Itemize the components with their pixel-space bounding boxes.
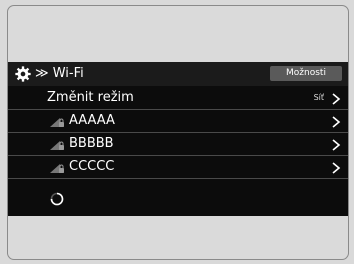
wifi-screen: ≫ Wi-Fi Možnosti Změnit režim Síť AAAAA (8, 62, 348, 216)
wifi-locked-icon (50, 164, 64, 173)
wifi-locked-icon (50, 141, 64, 150)
wifi-locked-icon (50, 118, 64, 127)
options-button[interactable]: Možnosti (270, 66, 342, 81)
change-mode-row[interactable]: Změnit režim Síť (8, 87, 348, 110)
loading-spinner-icon (50, 192, 64, 206)
network-row-ccccc[interactable]: CCCCC (8, 156, 348, 179)
chevron-right-icon (332, 139, 341, 151)
network-row-aaaaa[interactable]: AAAAA (8, 110, 348, 133)
gear-icon (15, 66, 31, 82)
header-title: ≫ Wi-Fi (35, 66, 84, 81)
chevron-right-icon (332, 93, 341, 105)
network-name: CCCCC (69, 159, 115, 174)
change-mode-value: Síť (313, 93, 324, 102)
network-name: BBBBB (69, 136, 114, 151)
network-name: AAAAA (69, 113, 115, 128)
chevron-right-icon (332, 162, 341, 174)
display-frame: ≫ Wi-Fi Možnosti Změnit režim Síť AAAAA (7, 5, 349, 260)
network-row-bbbbb[interactable]: BBBBB (8, 133, 348, 156)
header-bar: ≫ Wi-Fi Možnosti (8, 62, 348, 86)
change-mode-label: Změnit režim (47, 90, 134, 105)
chevron-right-icon (332, 116, 341, 128)
